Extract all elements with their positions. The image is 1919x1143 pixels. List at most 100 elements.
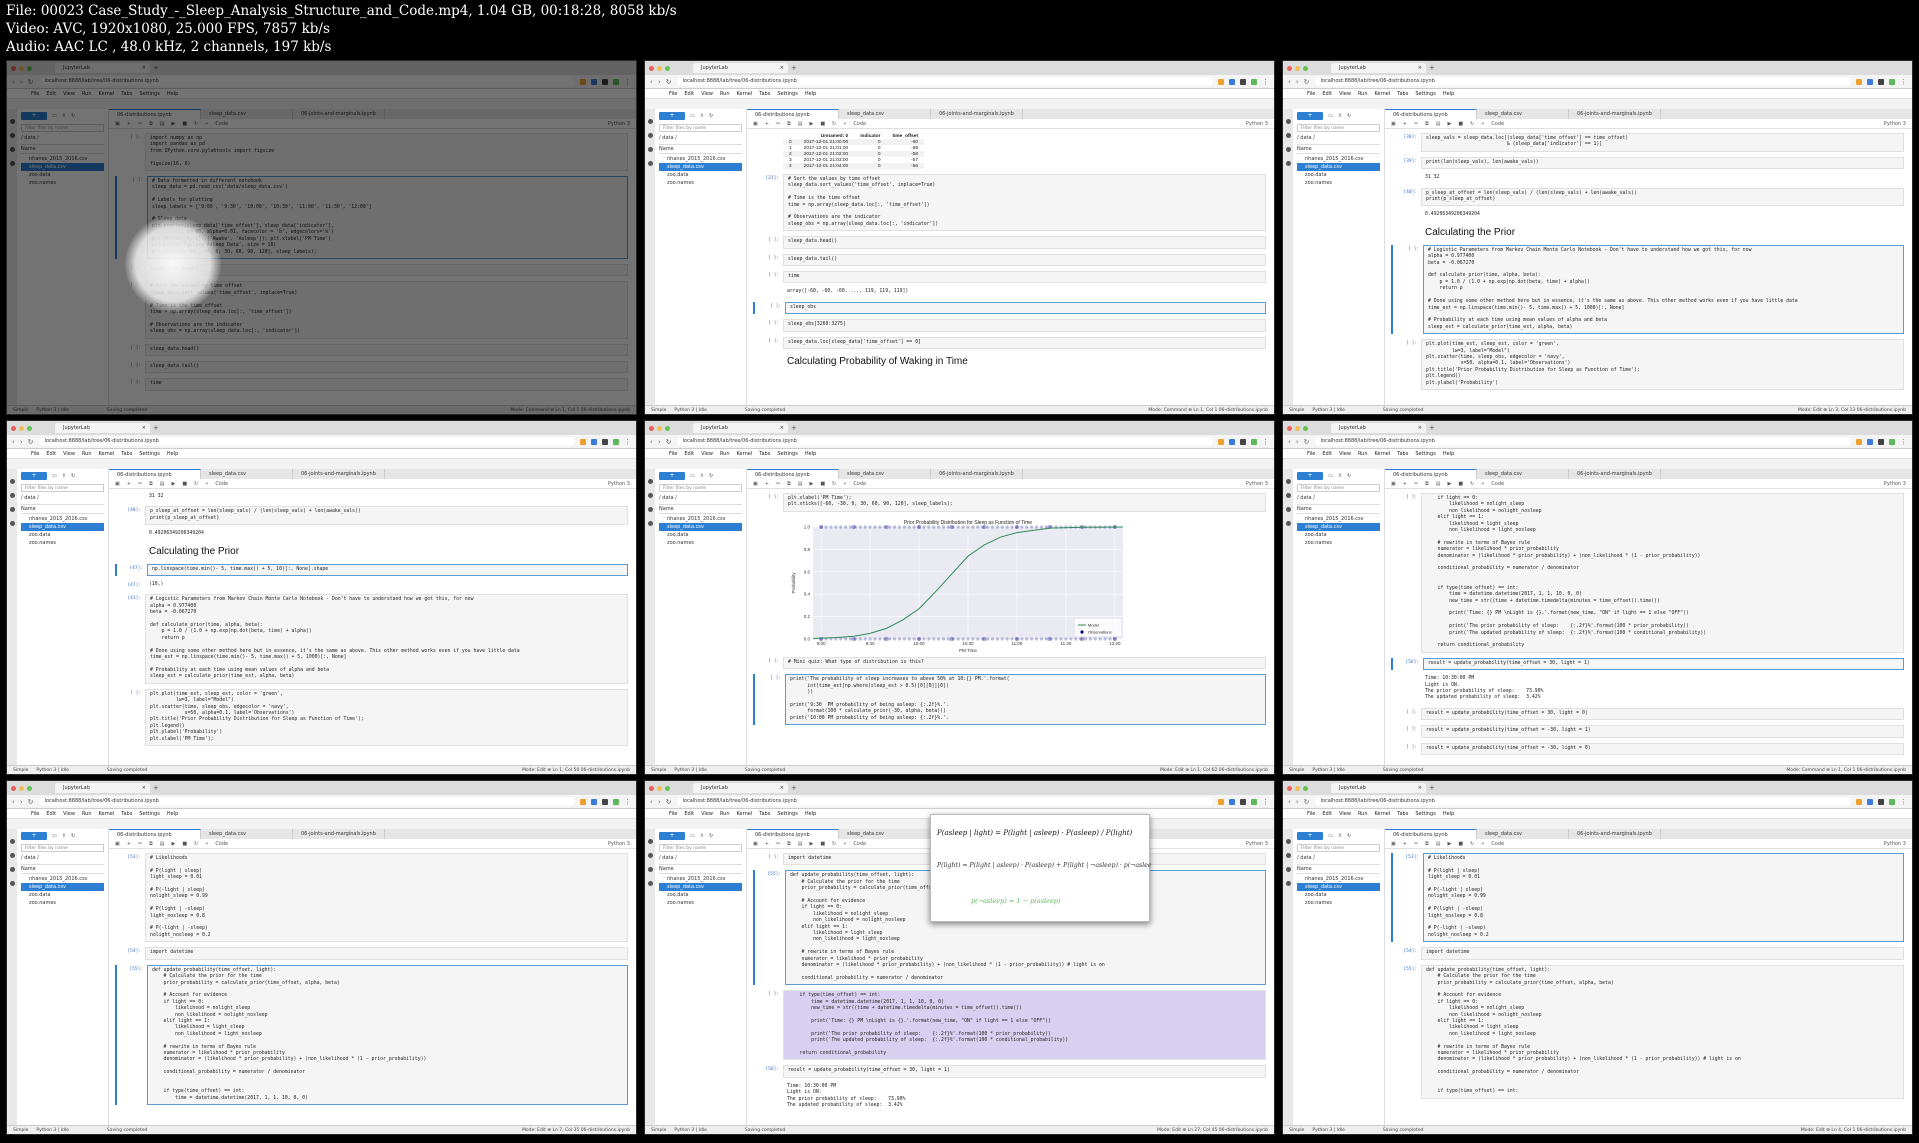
- file-item[interactable]: nhanes_2015_2016.csv: [659, 515, 742, 523]
- tabs-icon[interactable]: [647, 521, 653, 526]
- extension-icon[interactable]: [602, 438, 608, 445]
- menu-item[interactable]: Settings: [139, 449, 160, 458]
- extension-icon[interactable]: [1229, 438, 1235, 445]
- folder-icon[interactable]: [1285, 839, 1291, 844]
- refresh-icon[interactable]: ↻: [709, 833, 713, 839]
- code-editor[interactable]: p_sleep_at_offset = len(sleep_vals) / (l…: [145, 506, 628, 526]
- close-tab-icon[interactable]: ×: [1418, 63, 1422, 73]
- extension-icon[interactable]: [1240, 438, 1246, 445]
- file-item[interactable]: zoo.data: [21, 531, 104, 539]
- browser-menu-icon[interactable]: ⋮: [624, 438, 631, 446]
- back-icon[interactable]: ‹: [650, 78, 653, 86]
- minimize-window-icon[interactable]: [1295, 65, 1300, 71]
- menu-item[interactable]: Run: [720, 809, 730, 818]
- extension-icon[interactable]: [591, 438, 597, 445]
- code-cell[interactable]: [ ]: sleep_data.head(): [753, 236, 1266, 249]
- document-tab[interactable]: 06-distributions.ipynb: [747, 109, 839, 119]
- file-item[interactable]: zoo.data: [1297, 531, 1380, 539]
- code-cell[interactable]: [ ]: sleep_obs[3260:3275]: [753, 319, 1266, 332]
- new-folder-icon[interactable]: ▭: [52, 473, 57, 479]
- code-editor[interactable]: # Logistic Parameters from Markov Chain …: [1423, 244, 1904, 335]
- extension-icon[interactable]: [1889, 438, 1895, 445]
- maximize-window-icon[interactable]: [665, 425, 670, 431]
- insert-cell-icon[interactable]: +: [127, 481, 131, 487]
- kernel-name[interactable]: Python 3: [608, 841, 630, 847]
- folder-icon[interactable]: [647, 119, 653, 124]
- url-field[interactable]: localhost:8888/lab/tree/06-distributions…: [1314, 437, 1851, 446]
- new-tab-icon[interactable]: +: [153, 784, 159, 792]
- new-launcher-button[interactable]: +: [21, 832, 47, 840]
- forward-icon[interactable]: ›: [658, 78, 661, 86]
- cut-icon[interactable]: ✂: [138, 841, 142, 847]
- menu-item[interactable]: Edit: [1322, 449, 1332, 458]
- run-icon[interactable]: ▶: [1447, 481, 1451, 487]
- code-cell[interactable]: [55]: def update_probability(time_offset,…: [1391, 964, 1904, 1099]
- upload-icon[interactable]: ⇪: [700, 473, 704, 479]
- stop-icon[interactable]: ■: [1458, 481, 1463, 487]
- file-item[interactable]: sleep_data.csv: [659, 523, 742, 531]
- document-tab[interactable]: 06-distributions.ipynb: [1385, 829, 1477, 839]
- reload-icon[interactable]: ↻: [1304, 438, 1310, 446]
- markdown-cell[interactable]: Calculating the Prior: [115, 544, 628, 559]
- insert-cell-icon[interactable]: +: [765, 841, 769, 847]
- kernel-name[interactable]: Python 3: [1246, 841, 1268, 847]
- url-field[interactable]: localhost:8888/lab/tree/06-distributions…: [676, 797, 1213, 806]
- new-tab-icon[interactable]: +: [791, 784, 797, 792]
- menu-item[interactable]: Tabs: [1397, 449, 1408, 458]
- browser-tab[interactable]: JupyterLab ×: [55, 783, 150, 793]
- fast-forward-icon[interactable]: »: [1481, 121, 1484, 127]
- document-tab[interactable]: sleep_data.csv: [201, 469, 293, 479]
- paste-icon[interactable]: ▤: [798, 481, 803, 487]
- browser-tab[interactable]: JupyterLab ×: [1331, 423, 1426, 433]
- url-field[interactable]: localhost:8888/lab/tree/06-distributions…: [676, 437, 1213, 446]
- file-item[interactable]: sleep_data.csv: [659, 883, 742, 891]
- menu-item[interactable]: Settings: [139, 809, 160, 818]
- code-editor[interactable]: print('The probability of sleep increase…: [785, 674, 1266, 726]
- menu-item[interactable]: Settings: [1415, 809, 1436, 818]
- menu-item[interactable]: File: [31, 809, 39, 818]
- code-editor[interactable]: sleep_obs[3260:3275]: [783, 319, 1266, 332]
- browser-menu-icon[interactable]: ⋮: [1900, 798, 1907, 806]
- copy-icon[interactable]: ⧉: [149, 841, 153, 847]
- file-list-header[interactable]: Name: [659, 144, 742, 154]
- code-editor[interactable]: sleep_data.head(): [783, 236, 1266, 249]
- code-cell[interactable]: [54]: import datetime: [1391, 947, 1904, 960]
- fast-forward-icon[interactable]: »: [843, 841, 846, 847]
- file-filter-input[interactable]: Filter files by name: [1297, 124, 1380, 132]
- menu-item[interactable]: View: [701, 809, 713, 818]
- upload-icon[interactable]: ⇪: [62, 833, 66, 839]
- running-icon[interactable]: [647, 493, 653, 498]
- kernel-name[interactable]: Python 3: [1246, 121, 1268, 127]
- code-editor[interactable]: sleep_data.loc[sleep_data['time_offset']…: [783, 336, 1266, 350]
- file-item[interactable]: nhanes_2015_2016.csv: [1297, 155, 1380, 163]
- upload-icon[interactable]: ⇪: [1338, 473, 1342, 479]
- refresh-icon[interactable]: ↻: [709, 113, 713, 119]
- extension-icon[interactable]: [1240, 798, 1246, 805]
- extension-icon[interactable]: [1889, 78, 1895, 85]
- refresh-icon[interactable]: ↻: [1347, 113, 1351, 119]
- extension-icon[interactable]: [1229, 798, 1235, 805]
- tabs-icon[interactable]: [9, 881, 15, 886]
- url-field[interactable]: localhost:8888/lab/tree/06-distributions…: [1314, 77, 1851, 86]
- code-cell[interactable]: [ ]: result = update_probability(time_off…: [1391, 707, 1904, 721]
- fast-forward-icon[interactable]: »: [843, 121, 846, 127]
- code-cell[interactable]: [47]: np.linspace(time.min()- 5, time.max…: [115, 563, 628, 577]
- code-editor[interactable]: result = update_probability(time_offset …: [1421, 742, 1904, 755]
- simple-mode-toggle[interactable]: Simple: [651, 1126, 666, 1134]
- menu-item[interactable]: View: [1339, 449, 1351, 458]
- code-editor[interactable]: print(len(sleep_vals), len(awake_vals)): [1421, 156, 1904, 170]
- file-item[interactable]: zoo.data: [1297, 171, 1380, 179]
- paste-icon[interactable]: ▤: [1436, 481, 1441, 487]
- folder-icon[interactable]: [9, 839, 15, 844]
- file-item[interactable]: sleep_data.csv: [21, 523, 104, 531]
- breadcrumb[interactable]: / data /: [21, 855, 104, 861]
- save-icon[interactable]: ▣: [1391, 841, 1396, 847]
- cut-icon[interactable]: ✂: [138, 481, 142, 487]
- browser-tab[interactable]: JupyterLab ×: [693, 63, 788, 73]
- file-list-header[interactable]: Name: [659, 864, 742, 874]
- extension-icon[interactable]: [1251, 438, 1257, 445]
- menu-item[interactable]: Help: [1443, 89, 1454, 98]
- file-item[interactable]: sleep_data.csv: [1297, 163, 1380, 171]
- file-item[interactable]: zoo.names: [21, 539, 104, 547]
- menu-item[interactable]: Settings: [777, 809, 798, 818]
